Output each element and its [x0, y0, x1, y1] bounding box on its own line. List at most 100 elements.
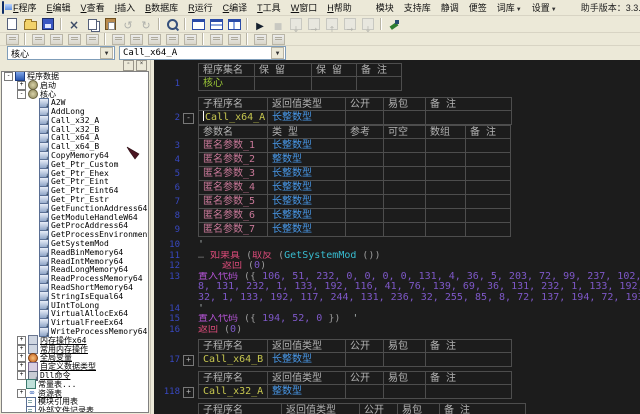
- table-tool-9-button[interactable]: [164, 32, 180, 46]
- table-cell[interactable]: [426, 209, 466, 223]
- menu-item-便签[interactable]: 便签: [464, 0, 492, 15]
- tree-item-[interactable]: + 常用内存操作: [2, 344, 148, 355]
- table-cell[interactable]: [426, 153, 466, 167]
- table-cell[interactable]: [346, 111, 384, 125]
- table-cell[interactable]: 长整数型: [268, 181, 346, 195]
- assembly-combo[interactable]: 核心 ▼: [7, 46, 115, 60]
- window-layout-1-button[interactable]: [190, 17, 206, 31]
- code-line[interactable]: 15 置入代码 ({ 194, 52, 0 }) ': [154, 314, 640, 325]
- table-cell[interactable]: 整数型: [268, 385, 346, 400]
- table-cell[interactable]: [426, 353, 512, 368]
- table-cell[interactable]: 匿名参数_2: [198, 153, 268, 167]
- expand-box-icon[interactable]: +: [17, 371, 26, 380]
- table-cell[interactable]: [346, 153, 384, 167]
- assembly-combo-arrow-icon[interactable]: ▼: [100, 47, 113, 59]
- code-line[interactable]: 11… 如果真 (取反 (GetSystemMod ()): [154, 251, 640, 262]
- new-file-button[interactable]: [4, 17, 20, 31]
- code-line[interactable]: 13 置入代码 ({ 106, 51, 232, 0, 0, 0, 0, 131,…: [154, 272, 640, 283]
- tree-item-[interactable]: + 自定义数据类型: [2, 361, 148, 372]
- tree-item-getprocaddress64[interactable]: GetProcAddress64: [2, 220, 148, 232]
- tree-item-call_x64_a[interactable]: Call_x64_A: [2, 132, 148, 144]
- tree-item-a2w[interactable]: A2W: [2, 97, 148, 109]
- table-cell[interactable]: [346, 385, 384, 400]
- tree-item-readshortmemory64[interactable]: ReadShortMemory64: [2, 282, 148, 294]
- table-row[interactable]: 4 匿名参数_2 整数型: [154, 153, 640, 167]
- table-cell[interactable]: 匿名参数_7: [198, 223, 268, 237]
- window-layout-2-button[interactable]: [208, 17, 224, 31]
- table-cell[interactable]: [466, 223, 511, 237]
- table-cell[interactable]: [346, 181, 384, 195]
- code-line[interactable]: 12 返回 (0): [154, 261, 640, 272]
- table-cell[interactable]: [466, 139, 511, 153]
- menu-item-V[interactable]: V查看: [76, 0, 110, 15]
- routine-combo[interactable]: Call_x64_A ▼: [119, 46, 286, 60]
- table-row[interactable]: 9 匿名参数_7 长整数型: [154, 223, 640, 237]
- copy-button[interactable]: [84, 17, 100, 31]
- table-cell[interactable]: [346, 139, 384, 153]
- tree-item-get_ptr_estr[interactable]: Get_Ptr_Estr: [2, 194, 148, 206]
- table-tool-4-button[interactable]: [66, 32, 82, 46]
- table-cell[interactable]: [255, 77, 312, 91]
- expand-box-icon[interactable]: +: [17, 362, 26, 372]
- table-cell[interactable]: [426, 111, 512, 125]
- tree-item-getprocessenvironmentblockad[interactable]: GetProcessEnvironmentBlockAd: [2, 229, 148, 241]
- table-cell[interactable]: [384, 195, 426, 209]
- code-line[interactable]: 16 返回 (0): [154, 325, 640, 336]
- table-row[interactable]: 8 匿名参数_6 长整数型: [154, 209, 640, 223]
- collapse-box-icon[interactable]: -: [4, 72, 13, 81]
- tree-item-call_x32_b[interactable]: Call_x32_B: [2, 124, 148, 135]
- menu-item-I[interactable]: I插入: [110, 0, 141, 15]
- table-cell[interactable]: 匿名参数_4: [198, 181, 268, 195]
- table-tool-8-button[interactable]: [146, 32, 162, 46]
- table-cell[interactable]: [384, 385, 426, 400]
- panel-float-button[interactable]: ▫: [123, 60, 134, 71]
- table-cell[interactable]: 长整数型: [268, 223, 346, 237]
- panel-close-button[interactable]: ×: [136, 60, 147, 71]
- menu-item-C[interactable]: C编译: [218, 0, 253, 15]
- table-cell[interactable]: [384, 139, 426, 153]
- table-row[interactable]: 5 匿名参数_3 长整数型: [154, 167, 640, 181]
- window-layout-3-button[interactable]: [226, 17, 242, 31]
- tree-item-readbinmemory64[interactable]: ReadBinMemory64: [2, 247, 148, 258]
- table-cell[interactable]: 长整数型: [268, 139, 346, 153]
- menu-item-E[interactable]: E编辑: [42, 0, 76, 15]
- table-cell[interactable]: [312, 77, 357, 91]
- table-cell[interactable]: 长整数型: [268, 195, 346, 209]
- menu-item-T[interactable]: T工具: [252, 0, 286, 15]
- table-cell[interactable]: [384, 209, 426, 223]
- table-row[interactable]: 17 + Call_x64_B 长整数型: [154, 353, 640, 368]
- cut-button[interactable]: [66, 17, 82, 31]
- table-row[interactable]: 1 核心: [154, 77, 640, 91]
- menu-item-H[interactable]: H帮助: [322, 0, 357, 15]
- menu-item-W[interactable]: W窗口: [286, 0, 323, 15]
- table-cell[interactable]: 匿名参数_6: [198, 209, 268, 223]
- table-cell[interactable]: 匿名参数_1: [198, 139, 268, 153]
- save-button[interactable]: [40, 17, 56, 31]
- table-cell[interactable]: [357, 77, 402, 91]
- table-tool-14-button[interactable]: [270, 32, 286, 46]
- menu-item-词库[interactable]: 词库▼: [492, 0, 527, 15]
- table-cell[interactable]: 匿名参数_5: [198, 195, 268, 209]
- tree-item-[interactable]: + 启动: [2, 80, 148, 91]
- collapse-box-icon[interactable]: -: [17, 89, 26, 99]
- table-cell[interactable]: 长整数型: [268, 111, 346, 125]
- expand-box-icon[interactable]: +: [17, 335, 26, 345]
- paste-button[interactable]: [102, 17, 118, 31]
- table-row[interactable]: 2- Call_x64_A 长整数型: [154, 111, 640, 125]
- table-row[interactable]: 6 匿名参数_4 长整数型: [154, 181, 640, 195]
- fold-expand-icon[interactable]: +: [183, 354, 194, 366]
- table-cell[interactable]: [426, 139, 466, 153]
- table-cell[interactable]: 长整数型: [268, 209, 346, 223]
- table-cell[interactable]: [346, 353, 384, 368]
- expand-box-icon[interactable]: +: [17, 344, 26, 354]
- table-cell[interactable]: 整数型: [268, 153, 346, 167]
- code-line[interactable]: 14 ': [154, 304, 640, 315]
- table-cell[interactable]: Call_x64_B: [198, 353, 268, 368]
- table-cell[interactable]: [426, 223, 466, 237]
- table-tool-2-button[interactable]: [30, 32, 46, 46]
- table-cell[interactable]: [384, 223, 426, 237]
- table-cell[interactable]: 核心: [198, 77, 255, 91]
- table-cell[interactable]: Call_x64_A: [198, 111, 268, 125]
- table-tool-11-button[interactable]: [208, 32, 224, 46]
- tree-item-[interactable]: 外部文件记录表: [2, 405, 148, 412]
